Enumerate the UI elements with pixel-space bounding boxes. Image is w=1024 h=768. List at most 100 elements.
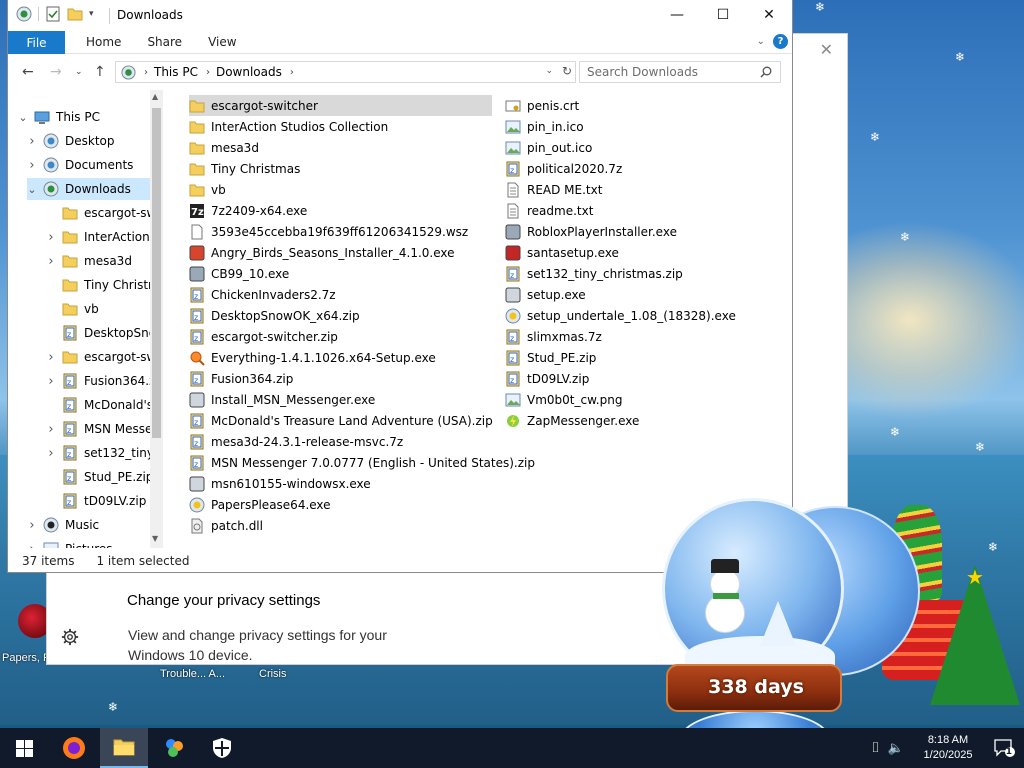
close-button[interactable]: ✕	[746, 0, 792, 30]
chevron-down-icon[interactable]: ⌄	[18, 111, 28, 124]
file-item[interactable]: Everything-1.4.1.1026.x64-Setup.exe	[189, 347, 436, 368]
file-item[interactable]: Vm0b0t_cw.png	[505, 389, 622, 410]
back-arrow-icon[interactable]: ←	[22, 64, 34, 80]
nav-item[interactable]: Tiny Christmas	[46, 274, 163, 296]
title-bar[interactable]: ▾ Downloads — ☐ ✕	[8, 0, 792, 31]
taskbar-firefox[interactable]	[50, 728, 98, 768]
scrollbar-thumb[interactable]	[152, 108, 161, 438]
chevron-down-icon[interactable]: ⌄	[27, 183, 37, 196]
file-item[interactable]: z McDonald's Treasure Land Adventure (USA…	[189, 410, 493, 431]
tab-share[interactable]: Share	[134, 31, 195, 53]
file-item[interactable]: Angry_Birds_Seasons_Installer_4.1.0.exe	[189, 242, 455, 263]
desktop-icon-label[interactable]: Trouble... A...	[160, 668, 225, 680]
file-item[interactable]: santasetup.exe	[505, 242, 619, 263]
file-item[interactable]: 3593e45ccebba19f639ff61206341529.wsz	[189, 221, 468, 242]
settings-description[interactable]: View and change privacy settings for you…	[128, 625, 388, 665]
tab-home[interactable]: Home	[73, 31, 134, 53]
nav-item[interactable]: › Music	[27, 514, 163, 536]
nav-item[interactable]: vb	[46, 298, 163, 320]
file-item[interactable]: ZapMessenger.exe	[505, 410, 639, 431]
file-item[interactable]: Tiny Christmas	[189, 158, 300, 179]
chevron-right-icon[interactable]: ›	[27, 518, 37, 533]
nav-item[interactable]: › mesa3d	[46, 250, 163, 272]
forward-arrow-icon[interactable]: →	[50, 64, 62, 80]
expand-ribbon-icon[interactable]: ⌄	[757, 36, 765, 47]
nav-item[interactable]: ⌄ Downloads	[27, 178, 163, 200]
new-folder-icon[interactable]	[67, 6, 83, 22]
file-item[interactable]: z Fusion364.zip	[189, 368, 293, 389]
file-item[interactable]: z escargot-switcher.zip	[189, 326, 338, 347]
taskbar-file-explorer[interactable]	[100, 728, 148, 768]
chevron-right-icon[interactable]: ›	[46, 350, 56, 365]
nav-item[interactable]: ›zset132_tiny_chi	[46, 442, 163, 464]
file-item[interactable]: setup.exe	[505, 284, 586, 305]
nav-item[interactable]: zMcDonald's Tre	[46, 394, 163, 416]
file-item[interactable]: z MSN Messenger 7.0.0777 (English - Unite…	[189, 452, 535, 473]
file-item[interactable]: z political2020.7z	[505, 158, 622, 179]
chevron-right-icon[interactable]: ›	[46, 446, 56, 461]
file-item[interactable]: RobloxPlayerInstaller.exe	[505, 221, 677, 242]
breadcrumb-chevron-icon[interactable]: ›	[290, 67, 294, 78]
chevron-right-icon[interactable]: ›	[27, 542, 37, 549]
chevron-right-icon[interactable]: ›	[46, 254, 56, 269]
up-arrow-icon[interactable]: ↑	[94, 64, 106, 80]
file-item[interactable]: escargot-switcher	[189, 95, 492, 116]
file-item[interactable]: InterAction Studios Collection	[189, 116, 388, 137]
explorer-app-icon[interactable]	[16, 6, 32, 22]
search-input[interactable]: Search Downloads	[579, 61, 781, 83]
file-item[interactable]: z tD09LV.zip	[505, 368, 589, 389]
taskbar-app[interactable]	[150, 728, 198, 768]
desktop-icon-label[interactable]: Papers, P	[2, 652, 50, 664]
desktop-icon-label[interactable]: Crisis	[259, 668, 287, 680]
scroll-up-icon[interactable]: ▲	[152, 92, 158, 101]
nav-item[interactable]: › z Fusion364.zip	[46, 370, 163, 392]
taskbar-security[interactable]	[198, 728, 246, 768]
file-item[interactable]: mesa3d	[189, 137, 259, 158]
maximize-button[interactable]: ☐	[700, 0, 746, 30]
nav-scrollbar[interactable]: ▲ ▼	[150, 90, 163, 548]
minimize-button[interactable]: —	[654, 0, 700, 30]
chevron-right-icon[interactable]: ›	[46, 230, 56, 245]
nav-item[interactable]: › Documents	[27, 154, 163, 176]
close-icon[interactable]: ✕	[820, 40, 833, 59]
file-item[interactable]: z Stud_PE.zip	[505, 347, 596, 368]
file-item[interactable]: z set132_tiny_christmas.zip	[505, 263, 683, 284]
file-item[interactable]: msn610155-windowsx.exe	[189, 473, 371, 494]
chevron-right-icon[interactable]: ›	[46, 422, 56, 437]
file-item[interactable]: readme.txt	[505, 200, 593, 221]
start-button[interactable]	[0, 728, 48, 768]
nav-item[interactable]: zDesktopSnowO	[46, 322, 163, 344]
recent-locations-chevron-icon[interactable]: ⌄	[75, 67, 83, 77]
properties-icon[interactable]	[45, 6, 61, 22]
clock[interactable]: 8:18 AM 1/20/2025	[912, 733, 984, 763]
file-item[interactable]: pin_out.ico	[505, 137, 592, 158]
nav-item[interactable]: › escargot-switc	[46, 346, 163, 368]
nav-item[interactable]: ›InterAction Stu	[46, 226, 163, 248]
breadcrumb-chevron-icon[interactable]: ›	[144, 67, 148, 78]
nav-item[interactable]: z Stud_PE.zip	[46, 466, 163, 488]
nav-item[interactable]: ⌄ This PC	[18, 106, 158, 128]
file-item[interactable]: setup_undertale_1.08_(18328).exe	[505, 305, 736, 326]
file-list[interactable]: escargot-switcher InterAction Studios Col…	[183, 95, 783, 545]
nav-item[interactable]: › Pictures	[27, 538, 163, 548]
file-item[interactable]: CB99_10.exe	[189, 263, 289, 284]
address-box[interactable]: › This PC › Downloads › ⌄ ↻	[115, 61, 576, 83]
nav-item[interactable]: › Desktop	[27, 130, 163, 152]
nav-item[interactable]: escargot-switc	[46, 202, 163, 224]
file-item[interactable]: penis.crt	[505, 95, 579, 116]
file-item[interactable]: z DesktopSnowOK_x64.zip	[189, 305, 360, 326]
navigation-pane[interactable]: › Pictures › Music z tD09LV.zip z Stud_PE.zip › z…	[8, 90, 163, 548]
customize-qat-icon[interactable]: ▾	[89, 9, 94, 19]
help-icon[interactable]: ?	[773, 34, 788, 49]
file-item[interactable]: 7z 7z2409-x64.exe	[189, 200, 307, 221]
chevron-right-icon[interactable]: ›	[27, 134, 37, 149]
nav-item[interactable]: z tD09LV.zip	[46, 490, 163, 512]
file-item[interactable]: pin_in.ico	[505, 116, 584, 137]
breadcrumb-this-pc[interactable]: This PC	[154, 65, 198, 79]
file-item[interactable]: Install_MSN_Messenger.exe	[189, 389, 375, 410]
tab-file[interactable]: File	[8, 31, 65, 54]
nav-item[interactable]: › z MSN Messeng	[46, 418, 163, 440]
chevron-right-icon[interactable]: ›	[46, 374, 56, 389]
file-item[interactable]: patch.dll	[189, 515, 263, 536]
action-center-button[interactable]: 1	[984, 738, 1024, 758]
